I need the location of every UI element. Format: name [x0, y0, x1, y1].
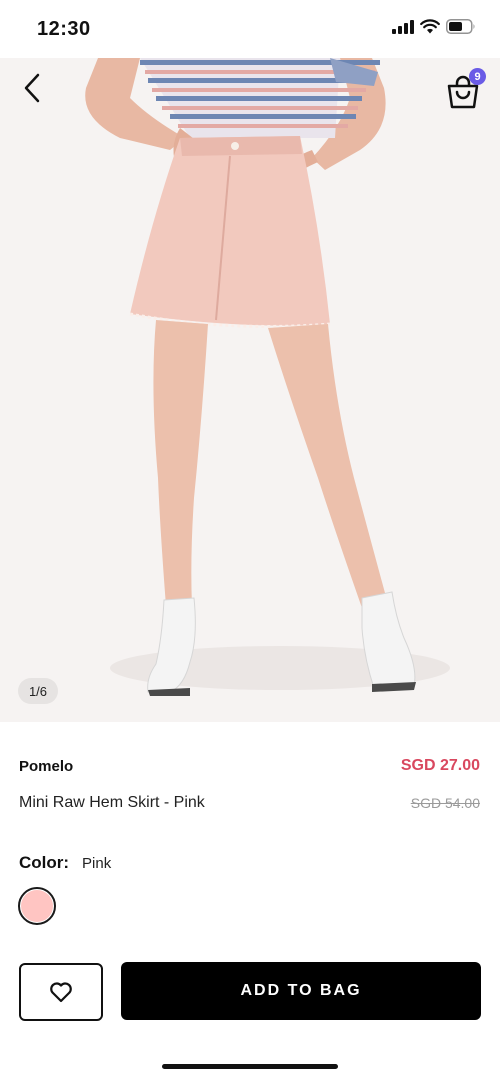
- sale-price: SGD 27.00: [400, 757, 480, 774]
- color-swatch-pink[interactable]: [18, 887, 56, 925]
- color-swatch-fill: [21, 890, 53, 922]
- heart-icon: [50, 982, 72, 1003]
- product-name: Mini Raw Hem Skirt - Pink: [19, 794, 205, 811]
- add-to-bag-button[interactable]: ADD TO BAG: [121, 962, 481, 1020]
- wishlist-button[interactable]: [19, 963, 103, 1021]
- color-label: Color:: [19, 853, 70, 872]
- gallery-page-indicator: 1/6: [18, 678, 58, 704]
- product-photo: [85, 58, 450, 696]
- chevron-left-icon: [24, 73, 40, 103]
- wifi-icon: [420, 19, 440, 34]
- status-icons: [392, 19, 476, 34]
- color-row: Color: Pink: [19, 853, 111, 873]
- cellular-signal-icon: [392, 19, 414, 34]
- bag-count-badge: 9: [469, 68, 486, 85]
- status-bar: 12:30: [0, 0, 500, 58]
- original-price: SGD 54.00: [410, 795, 480, 811]
- product-image-gallery[interactable]: 9 1/6: [0, 58, 500, 722]
- status-time: 12:30: [37, 18, 91, 40]
- product-brand[interactable]: Pomelo: [19, 758, 73, 775]
- product-detail-screen: 12:30 9 1/6 Pomelo SGD 27.00 Mini Raw He…: [0, 0, 500, 1080]
- shopping-bag-button[interactable]: 9: [446, 66, 486, 109]
- color-value: Pink: [82, 855, 112, 872]
- battery-icon: [446, 19, 475, 34]
- home-indicator: [162, 1064, 338, 1069]
- back-button[interactable]: [14, 70, 50, 106]
